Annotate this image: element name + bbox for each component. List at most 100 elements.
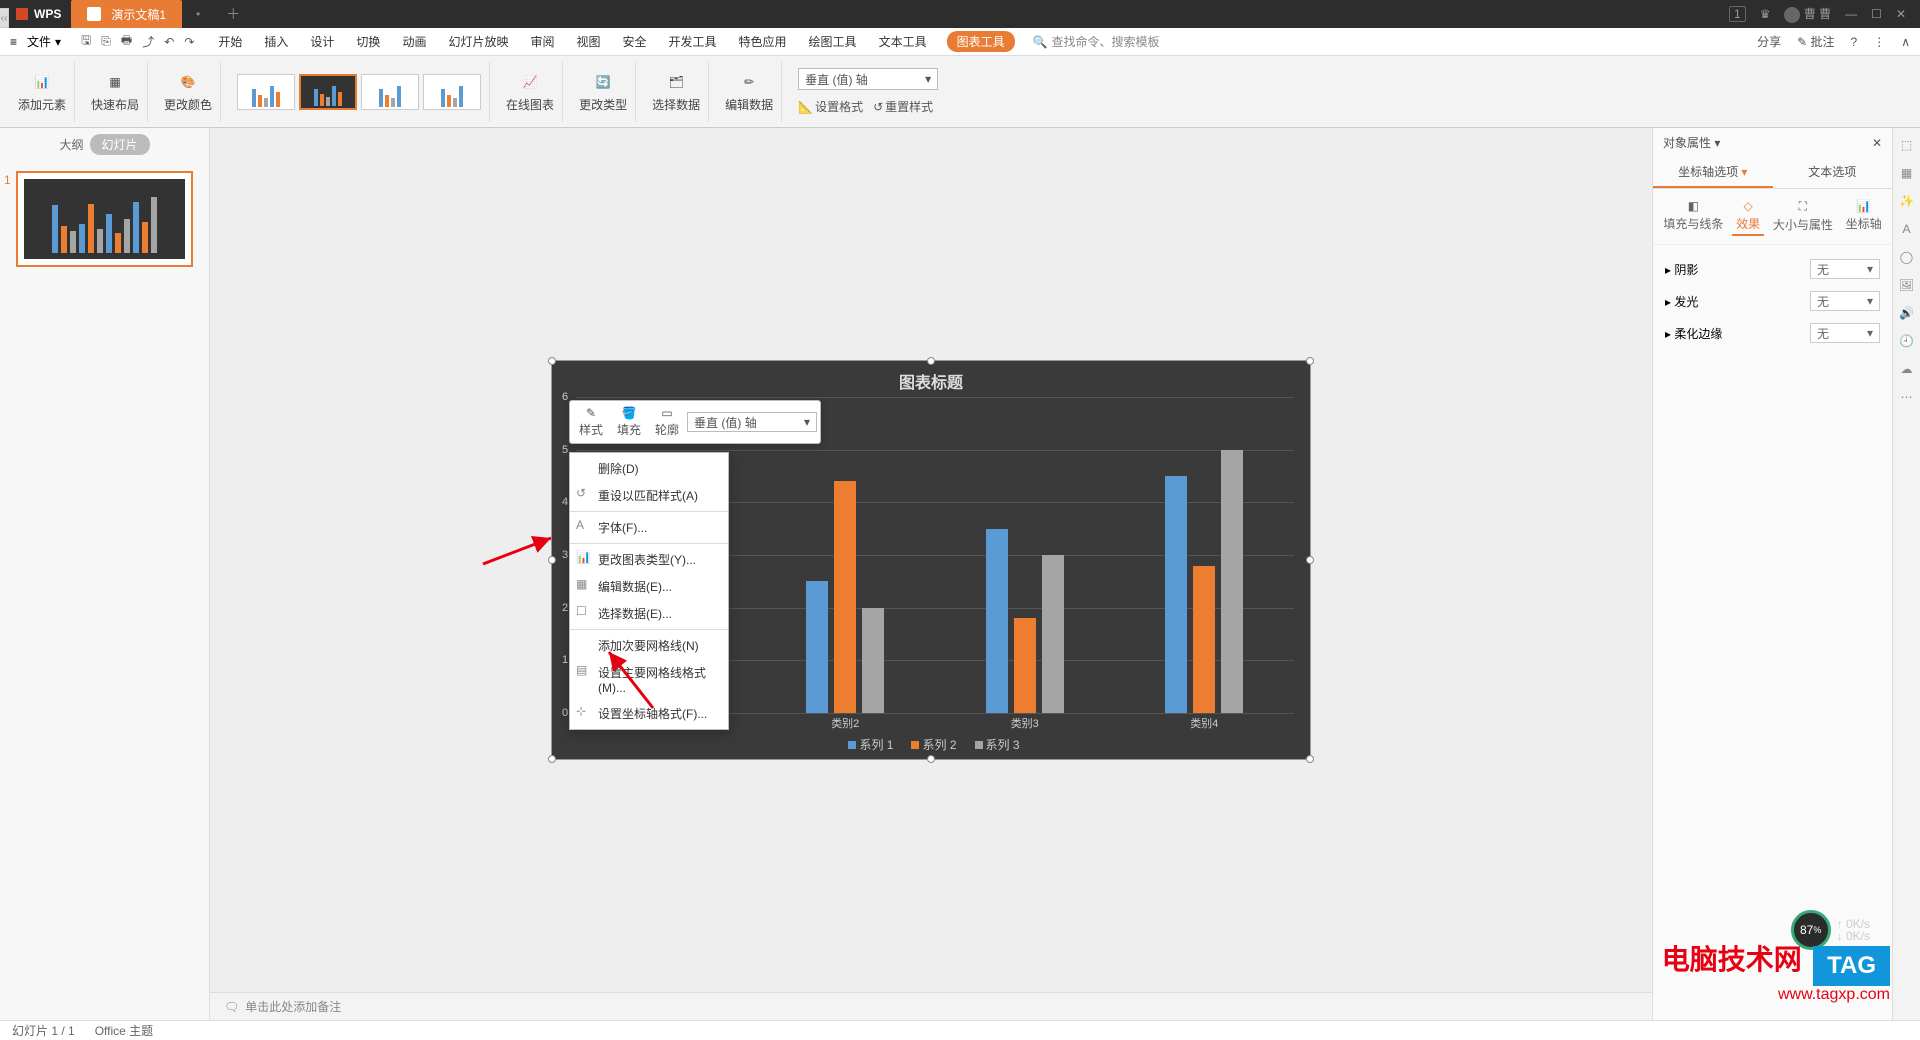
select-data-icon: 🗂 [664,70,688,94]
slide-thumbnail[interactable]: 1 [16,171,193,267]
print-icon[interactable]: 🖶 [121,31,132,52]
effects-tab[interactable]: ◇效果 [1732,197,1764,236]
chart-style-1[interactable] [237,74,295,110]
collapse-panel-button[interactable]: ‹‹ [0,8,9,28]
tab-图表工具[interactable]: 图表工具 [947,31,1015,52]
slide-number: 1 [4,173,11,187]
page-indicator[interactable]: 幻灯片 1 / 1 [12,1022,75,1039]
edit-data-button[interactable]: ✏编辑数据 [725,70,773,113]
collapse-ribbon-icon[interactable]: ⋮ [1873,35,1885,49]
tab-文本工具[interactable]: 文本工具 [877,29,929,54]
rail-time-icon[interactable]: 🕘 [1899,334,1914,348]
shadow-row[interactable]: ▸ 阴影无▾ [1665,253,1880,285]
change-type-button[interactable]: 🔄更改类型 [579,70,627,113]
ctx-delete[interactable]: 删除(D) [570,455,728,482]
minimize-button[interactable]: — [1845,7,1857,21]
tab-视图[interactable]: 视图 [574,29,602,54]
rail-cloud-icon[interactable]: ☁ [1901,362,1913,376]
axis-tab[interactable]: 📊坐标轴 [1842,197,1886,236]
rail-select-icon[interactable]: ⬚ [1901,138,1912,152]
chevron-icon[interactable]: ∧ [1901,35,1910,49]
chart-element-combo[interactable]: 垂直 (值) 轴▾ [798,68,938,90]
change-color-button[interactable]: 🎨 更改颜色 [164,70,212,113]
maximize-button[interactable]: ☐ [1871,7,1882,21]
add-element-button[interactable]: 📊 添加元素 [18,70,66,113]
chart-style-3[interactable] [361,74,419,110]
tab-设计[interactable]: 设计 [308,29,336,54]
close-button[interactable]: ✕ [1896,7,1906,21]
rail-more-icon[interactable]: ⋯ [1901,390,1913,404]
chart-legend[interactable]: 系列 1系列 2系列 3 [552,736,1310,753]
help-icon[interactable]: ? [1851,35,1858,49]
online-chart-icon: 📈 [518,70,542,94]
tab-开始[interactable]: 开始 [216,29,244,54]
chart-style-4[interactable] [423,74,481,110]
file-menu[interactable]: 文件▾ [19,31,69,52]
online-chart-button[interactable]: 📈在线图表 [506,70,554,113]
redo-icon[interactable]: ↷ [184,35,194,49]
notes-bar[interactable]: 🗨 单击此处添加备注 [210,992,1652,1020]
hamburger-icon[interactable]: ≡ [10,35,17,49]
speed-ring[interactable]: 87% [1791,910,1831,950]
document-tab[interactable]: 演示文稿1 [71,0,182,28]
save-icon[interactable]: 🖫 [81,31,91,52]
mini-fill-button[interactable]: 🪣填充 [611,404,647,440]
softedge-row[interactable]: ▸ 柔化边缘无▾ [1665,317,1880,349]
chart-style-gallery[interactable] [237,72,481,112]
user-avatar[interactable]: 曹 曹 [1784,5,1831,23]
rail-animation-icon[interactable]: ✨ [1899,194,1914,208]
ctx-font[interactable]: A字体(F)... [570,514,728,541]
share-button[interactable]: 分享 [1757,33,1781,50]
panel-close-icon[interactable]: ✕ [1872,136,1882,150]
rail-media-icon[interactable]: 🔊 [1899,306,1914,320]
theme-indicator[interactable]: Office 主题 [95,1022,153,1039]
tab-绘图工具[interactable]: 绘图工具 [807,29,859,54]
slides-tab[interactable]: 幻灯片 [90,134,150,155]
quick-layout-button[interactable]: ▦ 快速布局 [91,70,139,113]
outline-tab[interactable]: 大纲 [59,136,83,153]
tab-切换[interactable]: 切换 [354,29,382,54]
ctx-select-data[interactable]: ☐选择数据(E)... [570,600,728,627]
shadow-value[interactable]: 无▾ [1810,259,1880,279]
glow-value[interactable]: 无▾ [1810,291,1880,311]
ctx-change-chart-type[interactable]: 📊更改图表类型(Y)... [570,546,728,573]
tab-幻灯片放映[interactable]: 幻灯片放映 [446,29,510,54]
glow-row[interactable]: ▸ 发光无▾ [1665,285,1880,317]
command-search[interactable]: 🔍 查找命令、搜索模板 [1033,33,1160,50]
softedge-value[interactable]: 无▾ [1810,323,1880,343]
tab-开发工具[interactable]: 开发工具 [667,29,719,54]
chart-style-2[interactable] [299,74,357,110]
chart-title[interactable]: 图表标题 [552,361,1310,401]
rail-font-icon[interactable]: A [1902,222,1910,236]
rail-template-icon[interactable]: ▦ [1901,166,1912,180]
badge-button[interactable]: 1 [1729,6,1746,22]
tab-动画[interactable]: 动画 [400,29,428,54]
text-options-tab[interactable]: 文本选项 [1773,157,1893,188]
new-tab-button[interactable]: ＋ [214,4,252,24]
slide[interactable]: 图表标题 0123456 类别1类别2类别3类别4 系列 1系列 2系列 3 [551,360,1311,760]
size-props-tab[interactable]: ⛶大小与属性 [1769,197,1837,236]
fill-line-tab[interactable]: ◧填充与线条 [1659,197,1727,236]
select-data-button[interactable]: 🗂选择数据 [652,70,700,113]
ctx-reset-style[interactable]: ↺重设以匹配样式(A) [570,482,728,509]
mini-style-button[interactable]: ✎样式 [573,404,609,440]
axis-options-tab[interactable]: 坐标轴选项 ▾ [1653,157,1773,188]
chevron-down-icon: ▾ [925,72,931,86]
ctx-edit-data[interactable]: ▦编辑数据(E)... [570,573,728,600]
mini-element-combo[interactable]: 垂直 (值) 轴▾ [687,412,817,432]
reset-style-button[interactable]: ↺ 重置样式 [873,98,933,115]
rail-image-icon[interactable]: 🖼 [1899,278,1914,292]
mini-outline-button[interactable]: ▭轮廓 [649,404,685,440]
panel-title: 对象属性 ▾ [1663,134,1720,151]
undo-icon[interactable]: ↶ [164,35,174,49]
export-icon[interactable]: ⤴ [142,33,154,50]
tab-特色应用[interactable]: 特色应用 [737,29,789,54]
crown-icon[interactable]: ♛ [1760,7,1771,21]
set-format-button[interactable]: 📐 设置格式 [798,98,863,115]
comment-button[interactable]: ✎ 批注 [1797,33,1834,50]
tab-安全[interactable]: 安全 [621,29,649,54]
print-preview-icon[interactable]: ⎘ [101,34,111,49]
rail-shape-icon[interactable]: ◯ [1900,250,1913,264]
tab-审阅[interactable]: 审阅 [528,29,556,54]
tab-插入[interactable]: 插入 [262,29,290,54]
